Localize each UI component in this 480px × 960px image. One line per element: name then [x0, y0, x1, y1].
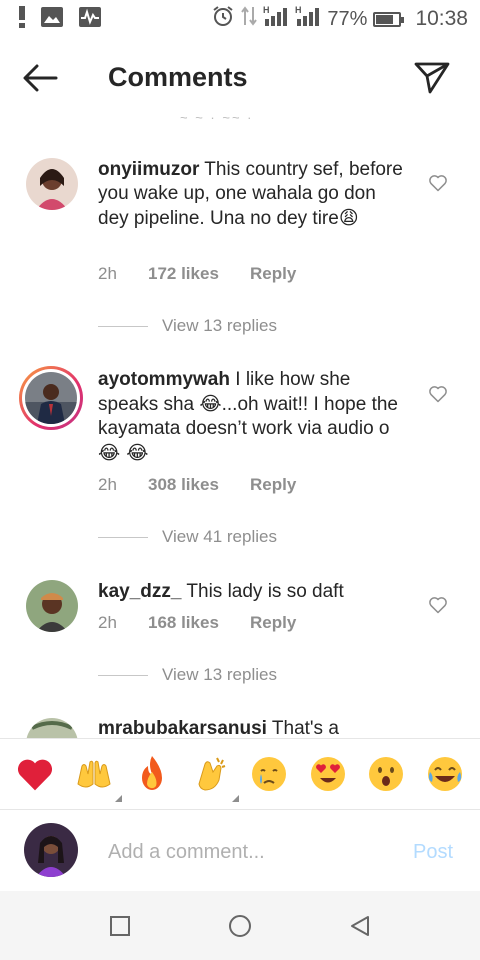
emoji-clap-button[interactable]: [189, 752, 239, 802]
tears-of-joy-face-icon: [427, 757, 462, 791]
clipped-text: ~ ~ · ~~ ·: [180, 110, 254, 120]
emoji-heart-button[interactable]: [13, 752, 57, 796]
comment-text: onyiimuzor This country sef, before you …: [98, 158, 408, 231]
emoji-laughing-button[interactable]: [423, 752, 467, 796]
divider-line: [98, 674, 148, 676]
emoji-surprised-button[interactable]: [364, 752, 408, 796]
data-transfer-icon: [241, 5, 258, 33]
avatar[interactable]: [26, 580, 78, 632]
user-photo: [25, 372, 77, 424]
page-title: Comments: [108, 62, 248, 92]
view-replies-button[interactable]: View 13 replies: [98, 316, 277, 336]
gallery-icon: [40, 6, 64, 33]
like-heart-icon[interactable]: [428, 173, 448, 193]
status-bar: H H 77% 10:38: [0, 0, 480, 38]
emoji-crying-button[interactable]: [247, 752, 291, 796]
user-photo: [26, 718, 78, 738]
surprised-face-icon: [369, 757, 404, 791]
like-heart-icon[interactable]: [428, 384, 448, 404]
comment-time: 2h: [98, 613, 117, 632]
view-replies-button[interactable]: View 41 replies: [98, 527, 277, 547]
fire-icon: [142, 756, 163, 790]
comment-text: ayotommywah I like how she speaks sha 😂.…: [98, 368, 408, 466]
emoji-raised-hands-button[interactable]: [72, 752, 122, 802]
avatar[interactable]: [26, 158, 78, 210]
svg-text:H: H: [295, 5, 302, 15]
comment-body: That's a: [271, 718, 339, 738]
comment-body: This lady is so daft: [186, 581, 344, 602]
home-button[interactable]: [225, 911, 255, 941]
skin-tone-indicator: [231, 795, 239, 802]
battery-percent: 77%: [327, 7, 368, 30]
svg-text:H: H: [263, 5, 270, 15]
view-replies-label: View 41 replies: [162, 527, 277, 546]
comment-emoji: 😂 😂: [98, 442, 149, 464]
alarm-icon: [211, 4, 235, 34]
raised-hands-icon: [77, 760, 111, 788]
system-nav-bar: [0, 891, 480, 960]
circle-icon: [229, 914, 251, 937]
header: Comments: [0, 48, 480, 108]
clock: 10:38: [415, 7, 468, 30]
current-user-avatar: [24, 823, 78, 877]
comment-emoji: 😂: [199, 393, 222, 415]
comment-time: 2h: [98, 475, 117, 494]
square-icon: [110, 915, 130, 936]
view-replies-label: View 13 replies: [162, 316, 277, 335]
signal-icon-1: H: [263, 5, 289, 33]
activity-icon: [78, 6, 102, 33]
comment-username[interactable]: ayotommywah: [98, 369, 230, 390]
comment-text: kay_dzz_ This lady is so daft: [98, 580, 408, 604]
battery-icon: [373, 11, 405, 27]
like-heart-icon[interactable]: [428, 595, 448, 615]
comment-item: mrabubakarsanusi That's a: [0, 716, 480, 738]
share-button[interactable]: [410, 58, 454, 98]
view-replies-button[interactable]: View 13 replies: [98, 665, 277, 685]
divider-line: [98, 325, 148, 327]
view-replies-label: View 13 replies: [162, 665, 277, 684]
avatar-story-ring[interactable]: [19, 366, 83, 430]
user-photo: [24, 823, 78, 877]
red-heart-icon: [18, 759, 53, 791]
comment-likes[interactable]: 168 likes: [148, 613, 250, 633]
back-button[interactable]: [20, 60, 60, 96]
add-comment-bar: Post: [0, 811, 480, 891]
comment-username[interactable]: mrabubakarsanusi: [98, 718, 267, 738]
heart-eyes-face-icon: [310, 757, 345, 791]
avatar[interactable]: [26, 718, 78, 738]
skin-tone-indicator: [114, 795, 122, 802]
crying-face-icon: [252, 757, 287, 791]
reply-button[interactable]: Reply: [250, 475, 296, 495]
comment-time: 2h: [98, 264, 117, 283]
reply-button[interactable]: Reply: [250, 613, 296, 633]
comment-meta: 2h 172 likes Reply: [98, 264, 296, 284]
signal-icon-2: H: [295, 5, 321, 33]
alert-icon: [18, 5, 26, 33]
triangle-back-icon: [351, 915, 369, 936]
arrow-left-icon: [23, 64, 58, 92]
comment-username[interactable]: kay_dzz_: [98, 581, 181, 602]
recents-button[interactable]: [105, 911, 135, 941]
paper-plane-icon: [414, 62, 450, 94]
user-photo: [26, 158, 78, 210]
comment-username[interactable]: onyiimuzor: [98, 159, 199, 180]
reply-button[interactable]: Reply: [250, 264, 296, 284]
emoji-heart-eyes-button[interactable]: [306, 752, 350, 796]
comment-input[interactable]: [108, 835, 398, 869]
comment-text: mrabubakarsanusi That's a: [98, 717, 408, 738]
comment-likes[interactable]: 172 likes: [148, 264, 250, 284]
emoji-quick-bar: [0, 738, 480, 810]
comment-meta: 2h 308 likes Reply: [98, 475, 296, 495]
divider-line: [98, 536, 148, 538]
emoji-fire-button[interactable]: [130, 752, 174, 796]
post-button[interactable]: Post: [413, 841, 453, 864]
comment-meta: 2h 168 likes Reply: [98, 613, 296, 633]
comment-emoji: 😩: [338, 207, 359, 229]
system-back-button[interactable]: [345, 911, 375, 941]
battery-level: [376, 14, 394, 24]
user-photo: [26, 580, 78, 632]
comment-likes[interactable]: 308 likes: [148, 475, 250, 495]
clapping-hands-icon: [198, 757, 226, 791]
